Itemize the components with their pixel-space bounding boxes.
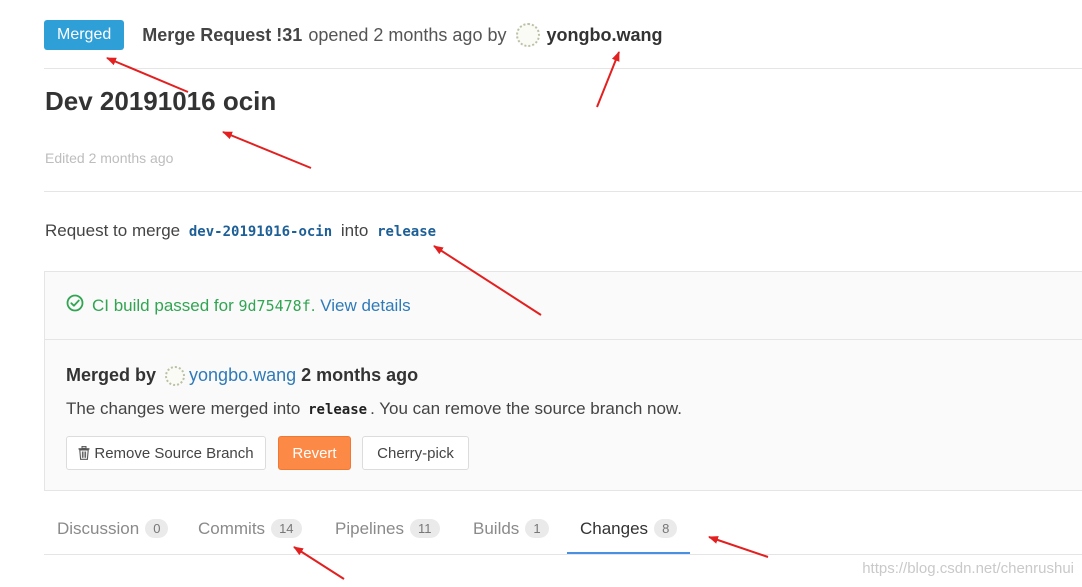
merged-time: 2 months ago: [301, 365, 419, 385]
merged-by-label: Merged by: [66, 365, 157, 385]
edited-timestamp: Edited 2 months ago: [45, 150, 174, 166]
tab-label: Pipelines: [335, 518, 404, 538]
tab-label: Commits: [198, 518, 266, 538]
ci-status-text: CI build passed for 9d75478f. View detai…: [92, 296, 411, 316]
mr-id: Merge Request !31: [142, 24, 303, 45]
ci-status-label: CI build passed for: [92, 295, 234, 315]
tab-changes[interactable]: Changes 8: [566, 503, 691, 555]
merged-description: The changes were merged into release. Yo…: [66, 399, 682, 419]
merged-desc-after: . You can remove the source branch now.: [370, 399, 682, 418]
tab-count-badge: 0: [145, 519, 169, 538]
tab-builds[interactable]: Builds 1: [473, 503, 549, 554]
merger-avatar[interactable]: [165, 365, 186, 386]
check-circle-icon: [66, 294, 84, 317]
tab-count-badge: 14: [271, 519, 302, 538]
tab-pipelines[interactable]: Pipelines 11: [335, 503, 440, 554]
revert-button[interactable]: Revert: [278, 436, 351, 470]
mr-header: Merged Merge Request !31 opened 2 months…: [44, 18, 662, 52]
merged-branch: release: [308, 402, 368, 418]
tab-label: Changes: [580, 518, 649, 538]
merged-by-line: Merged by yongbo.wang 2 months ago: [66, 365, 418, 386]
merge-widget: CI build passed for 9d75478f. View detai…: [44, 271, 1082, 491]
remove-source-branch-button[interactable]: Remove Source Branch: [66, 436, 266, 470]
tab-count-badge: 8: [654, 519, 678, 538]
author-avatar[interactable]: [516, 23, 541, 47]
trash-icon: [78, 446, 90, 460]
tab-label: Builds: [473, 518, 520, 538]
opened-text: opened 2 months ago by: [308, 24, 507, 45]
commit-sha[interactable]: 9d75478f: [238, 297, 310, 315]
tab-discussion[interactable]: Discussion 0: [57, 503, 169, 554]
annotation-arrow: [596, 51, 620, 108]
merge-into: into: [340, 221, 369, 240]
source-branch[interactable]: dev-20191016-ocin: [189, 224, 332, 240]
cherry-pick-button[interactable]: Cherry-pick: [362, 436, 469, 470]
view-details-link[interactable]: View details: [320, 296, 410, 315]
ci-period: .: [310, 295, 316, 315]
header-divider: [44, 68, 1082, 69]
author-link[interactable]: yongbo.wang: [546, 25, 662, 46]
remove-source-branch-label: Remove Source Branch: [94, 444, 254, 462]
target-branch[interactable]: release: [377, 224, 436, 240]
merge-prefix: Request to merge: [45, 221, 181, 240]
merged-desc-before: The changes were merged into: [66, 399, 301, 418]
tabs-divider: [44, 554, 1082, 555]
annotation-arrow: [222, 131, 312, 169]
page-title: Dev 20191016 ocin: [45, 86, 277, 116]
tab-count-badge: 1: [525, 519, 549, 538]
tab-commits[interactable]: Commits 14: [198, 503, 302, 554]
watermark: https://blog.csdn.net/chenrushui: [862, 560, 1074, 577]
cherry-pick-label: Cherry-pick: [377, 444, 454, 462]
merge-description: Request to merge dev-20191016-ocin into …: [45, 221, 440, 241]
ci-status-row: CI build passed for 9d75478f. View detai…: [45, 272, 1082, 340]
revert-label: Revert: [292, 444, 337, 462]
title-divider: [44, 191, 1082, 192]
tab-count-badge: 11: [410, 519, 440, 538]
merger-link[interactable]: yongbo.wang: [189, 365, 296, 386]
merged-status-badge: Merged: [44, 20, 125, 50]
tab-label: Discussion: [57, 518, 140, 538]
mr-tabs: Discussion 0 Commits 14 Pipelines 11 Bui…: [44, 503, 1082, 555]
